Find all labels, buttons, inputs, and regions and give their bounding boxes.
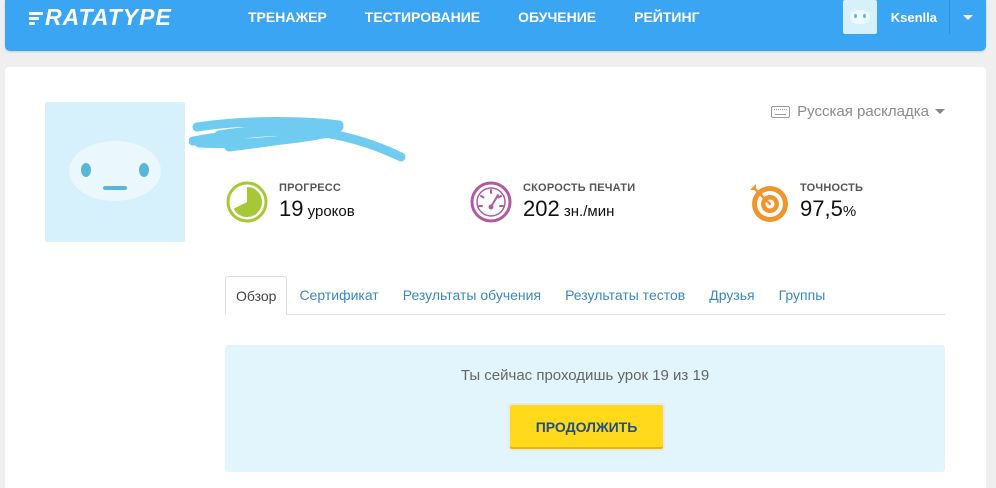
tab-learning-results[interactable]: Результаты обучения bbox=[391, 276, 553, 314]
stat-progress-unit: уроков bbox=[303, 203, 355, 220]
top-navbar: RATATYPE ТРЕНАЖЕР ТЕСТИРОВАНИЕ ОБУЧЕНИЕ … bbox=[5, 0, 986, 51]
stat-speed: СКОРОСТЬ ПЕЧАТИ 202 зн./мин bbox=[469, 180, 635, 224]
stat-progress-label: ПРОГРЕСС bbox=[279, 182, 342, 194]
tab-groups[interactable]: Группы bbox=[767, 276, 838, 314]
tab-certificate[interactable]: Сертификат bbox=[287, 276, 390, 314]
keyboard-icon bbox=[771, 105, 791, 118]
overview-panel: Ты сейчас проходишь урок 19 из 19 ПРОДОЛ… bbox=[225, 345, 945, 472]
tab-test-results[interactable]: Результаты тестов bbox=[553, 276, 697, 314]
keyboard-layout-label: Русская раскладка bbox=[797, 103, 929, 120]
nav-learning[interactable]: ОБУЧЕНИЕ bbox=[518, 9, 596, 25]
logo-text: RATATYPE bbox=[45, 3, 172, 30]
speedometer-icon bbox=[470, 181, 512, 223]
keyboard-layout-select[interactable]: Русская раскладка bbox=[771, 103, 945, 120]
progress-pie-icon bbox=[226, 181, 268, 223]
user-name[interactable]: Ksenlla bbox=[891, 10, 937, 25]
nav-trainer[interactable]: ТРЕНАЖЕР bbox=[248, 9, 327, 25]
main-nav: ТРЕНАЖЕР ТЕСТИРОВАНИЕ ОБУЧЕНИЕ РЕЙТИНГ bbox=[248, 9, 738, 25]
redaction-scribble bbox=[189, 117, 406, 162]
stat-accuracy: ТОЧНОСТЬ 97,5% bbox=[746, 180, 863, 224]
target-icon bbox=[750, 184, 788, 222]
profile-tabs: Обзор Сертификат Результаты обучения Рез… bbox=[225, 276, 945, 315]
continue-button[interactable]: ПРОДОЛЖИТЬ bbox=[508, 403, 665, 451]
caret-down-icon bbox=[935, 109, 945, 114]
stat-progress-value: 19 bbox=[279, 196, 304, 221]
stat-speed-label: СКОРОСТЬ ПЕЧАТИ bbox=[523, 182, 636, 194]
user-avatar[interactable] bbox=[842, 0, 877, 34]
stat-accuracy-label: ТОЧНОСТЬ bbox=[800, 182, 864, 194]
chevron-down-icon[interactable] bbox=[950, 0, 986, 34]
profile-avatar bbox=[45, 102, 185, 242]
tab-overview[interactable]: Обзор bbox=[225, 276, 288, 315]
stat-speed-unit: зн./мин bbox=[559, 203, 615, 220]
stat-progress: ПРОГРЕСС 19 уроков bbox=[225, 180, 355, 224]
nav-rating[interactable]: РЕЙТИНГ bbox=[634, 9, 699, 25]
stat-accuracy-value: 97,5 bbox=[800, 196, 843, 221]
nav-testing[interactable]: ТЕСТИРОВАНИЕ bbox=[365, 9, 480, 25]
ratatype-logo[interactable]: RATATYPE bbox=[29, 3, 172, 30]
user-menu[interactable]: Ksenlla bbox=[842, 0, 986, 34]
lesson-status-text: Ты сейчас проходишь урок 19 из 19 bbox=[460, 367, 710, 384]
stat-accuracy-unit: % bbox=[842, 203, 857, 220]
profile-card: Русская раскладка ПРОГРЕСС 19 уроков СКО… bbox=[5, 67, 986, 488]
tab-friends[interactable]: Друзья bbox=[697, 276, 766, 314]
logo-bars-icon bbox=[29, 10, 43, 25]
stat-speed-value: 202 bbox=[523, 196, 560, 221]
